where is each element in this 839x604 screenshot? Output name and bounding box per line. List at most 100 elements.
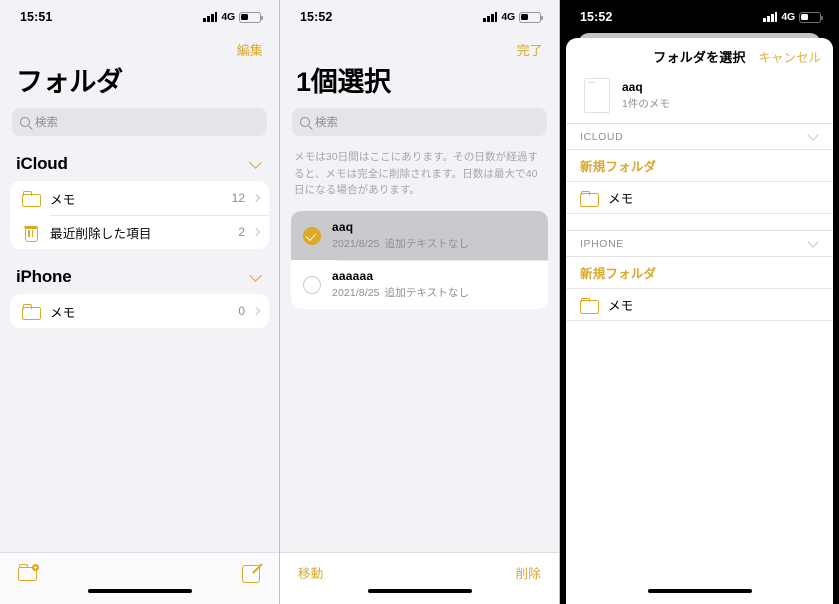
status-indicators: 4G [483, 11, 544, 23]
panel-folder-list: 15:51 4G 編集 フォルダ 検索 iCloud メモ 12 最近削除した項… [0, 0, 279, 604]
group-header-iphone[interactable]: IPHONE [566, 230, 833, 257]
folder-label: メモ [50, 192, 76, 207]
recently-deleted-description: メモは30日間はここにあります。その日数が経過すると、メモは完全に削除されます。… [294, 151, 539, 196]
done-button[interactable]: 完了 [517, 40, 543, 59]
nav-bar: 完了 [280, 34, 559, 64]
chevron-right-icon [251, 228, 261, 237]
trash-icon [22, 225, 40, 242]
search-placeholder: 検索 [315, 117, 338, 130]
folder-count: 0 [238, 304, 245, 319]
battery-icon [799, 11, 824, 23]
group-header-icloud[interactable]: ICLOUD [566, 123, 833, 150]
home-indicator [367, 589, 472, 593]
folder-row-memo-iphone[interactable]: メモ [566, 289, 833, 321]
note-thumbnail [584, 78, 610, 113]
delete-button[interactable]: 削除 [516, 563, 541, 582]
note-info: aaq 1件のメモ [622, 80, 670, 111]
chevron-right-icon [251, 194, 261, 203]
page-title: フォルダ [16, 67, 123, 97]
new-folder-icon[interactable] [18, 563, 39, 581]
note-title: aaq [332, 220, 354, 235]
folder-count: 2 [238, 225, 245, 240]
note-subtitle: 2021/8/25 追加テキストなし [332, 236, 469, 251]
new-folder-label: 新規フォルダ [580, 267, 657, 281]
home-indicator [87, 589, 192, 593]
battery-icon [519, 11, 544, 23]
note-meta: aaaaaa 2021/8/25 追加テキストなし [332, 269, 469, 300]
panel-note-selection: 15:52 4G 完了 1個選択 検索 メモは30日間はここにあります。その日数… [280, 0, 559, 604]
note-date: 2021/8/25 [332, 287, 380, 300]
note-count: 1件のメモ [622, 98, 670, 110]
note-preview: 追加テキストなし [384, 287, 470, 300]
nav-bar: 編集 [0, 34, 279, 64]
chevron-down-icon[interactable] [807, 129, 819, 141]
note-title: aaaaaa [332, 269, 374, 284]
search-placeholder: 検索 [35, 117, 58, 130]
search-container: 検索 [280, 108, 559, 137]
new-folder-row-icloud[interactable]: 新規フォルダ [566, 150, 833, 182]
edit-button[interactable]: 編集 [237, 40, 263, 59]
note-row[interactable]: aaq 2021/8/25 追加テキストなし [291, 211, 548, 261]
cellular-signal-icon [203, 12, 218, 22]
home-indicator [647, 589, 752, 593]
screenshot-stage: 15:51 4G 編集 フォルダ 検索 iCloud メモ 12 最近削除した項… [0, 0, 839, 604]
folder-label: メモ [50, 305, 76, 320]
folder-row-recently-deleted[interactable]: 最近削除した項目 2 [10, 215, 269, 249]
note-subtitle: 2021/8/25 追加テキストなし [332, 285, 469, 300]
selected-note-preview: aaq 1件のメモ [566, 74, 833, 123]
chevron-down-icon[interactable] [249, 156, 262, 169]
folder-count: 12 [231, 191, 245, 206]
note-preview: 追加テキストなし [384, 238, 470, 251]
panel-folder-picker: 15:52 4G フォルダを選択 キャンセル aaq 1件のメモ ICLOUD … [560, 0, 839, 604]
chevron-down-icon[interactable] [807, 236, 819, 248]
sheet-nav-bar: フォルダを選択 キャンセル [566, 38, 833, 74]
section-header-iphone[interactable]: iPhone [0, 249, 279, 294]
note-row[interactable]: aaaaaa 2021/8/25 追加テキストなし [291, 260, 548, 309]
status-bar: 15:52 4G [280, 0, 559, 34]
move-button[interactable]: 移動 [298, 563, 323, 582]
cancel-button[interactable]: キャンセル [758, 47, 821, 66]
chevron-right-icon [251, 307, 261, 316]
folder-row-memo-icloud[interactable]: メモ [566, 182, 833, 214]
folder-row-memo-iphone[interactable]: メモ 0 [10, 294, 269, 328]
folder-card-icloud: メモ 12 最近削除した項目 2 [10, 181, 269, 250]
section-title: iPhone [16, 267, 72, 287]
note-list-card: aaq 2021/8/25 追加テキストなし aaaaaa 2021/8/25 追加… [291, 211, 548, 310]
section-header-icloud[interactable]: iCloud [0, 136, 279, 181]
status-bar: 15:52 4G [560, 0, 839, 34]
folder-label: 最近削除した項目 [50, 226, 152, 241]
search-input[interactable]: 検索 [292, 108, 547, 137]
folder-card-iphone: メモ 0 [10, 294, 269, 329]
status-time: 15:51 [20, 10, 53, 24]
compose-note-icon[interactable] [242, 563, 261, 583]
folder-icon [22, 191, 41, 208]
status-indicators: 4G [203, 11, 264, 23]
folder-icon [580, 190, 599, 207]
folder-picker-sheet: フォルダを選択 キャンセル aaq 1件のメモ ICLOUD 新規フォルダ メモ… [566, 38, 833, 604]
search-icon [300, 117, 310, 128]
network-type-label: 4G [501, 11, 515, 23]
battery-icon [239, 11, 264, 23]
note-date: 2021/8/25 [332, 238, 380, 251]
folder-row-memo-icloud[interactable]: メモ 12 [10, 181, 269, 215]
new-folder-row-iphone[interactable]: 新規フォルダ [566, 257, 833, 289]
cellular-signal-icon [483, 12, 498, 22]
search-input[interactable]: 検索 [12, 108, 267, 137]
group-title: IPHONE [580, 238, 624, 250]
sheet-title: フォルダを選択 [653, 49, 746, 65]
network-type-label: 4G [221, 11, 235, 23]
bottom-toolbar [0, 552, 279, 604]
chevron-down-icon[interactable] [249, 269, 262, 282]
empty-circle-icon[interactable] [303, 275, 321, 294]
network-type-label: 4G [781, 11, 795, 23]
status-time: 15:52 [300, 10, 333, 24]
folder-icon [22, 304, 41, 321]
note-title: aaq [622, 80, 643, 94]
cellular-signal-icon [763, 12, 778, 22]
status-time: 15:52 [580, 10, 613, 24]
checkmark-circle-icon[interactable] [303, 226, 321, 245]
note-meta: aaq 2021/8/25 追加テキストなし [332, 220, 469, 251]
status-indicators: 4G [763, 11, 824, 23]
group-title: ICLOUD [580, 131, 624, 143]
folder-label: メモ [608, 299, 634, 313]
